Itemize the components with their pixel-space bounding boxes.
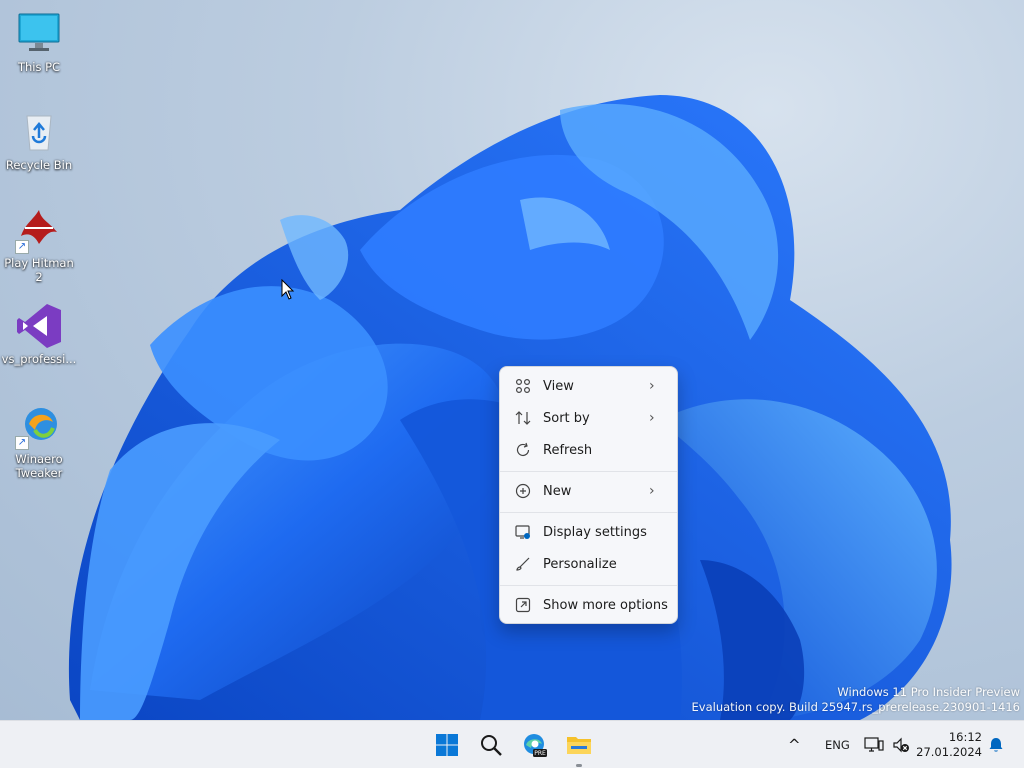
open-external-icon	[514, 596, 532, 614]
mouse-cursor-icon	[281, 279, 295, 300]
grid-icon	[514, 377, 532, 395]
menu-item-refresh[interactable]: Refresh	[504, 435, 673, 465]
desktop-icon-winaero-tweaker[interactable]: ↗ Winaero Tweaker	[0, 402, 78, 480]
windows-logo-icon	[436, 734, 458, 756]
search-button[interactable]	[473, 727, 509, 763]
chevron-up-icon: ^	[788, 736, 801, 754]
chevron-right-icon: ›	[649, 378, 655, 394]
volume-muted-icon	[893, 737, 909, 753]
shortcut-arrow-icon: ↗	[15, 436, 29, 450]
bell-icon	[989, 738, 1003, 752]
desktop-icon-play-hitman-2[interactable]: ↗ Play Hitman 2	[0, 206, 78, 284]
desktop-icon-label: Play Hitman 2	[4, 256, 74, 284]
desktop-icon-label: Winaero Tweaker	[15, 452, 63, 480]
watermark-line-2: Evaluation copy. Build 25947.rs_prerelea…	[691, 700, 1020, 714]
menu-item-label: Refresh	[543, 442, 593, 458]
chevron-right-icon: ›	[649, 410, 655, 426]
watermark-line-1: Windows 11 Pro Insider Preview	[837, 685, 1020, 699]
menu-item-new[interactable]: New ›	[504, 476, 673, 506]
edge-preview-icon: PRE	[524, 734, 547, 757]
menu-item-personalize[interactable]: Personalize	[504, 549, 673, 579]
menu-item-label: Show more options	[543, 597, 668, 613]
menu-item-display-settings[interactable]: Display settings	[504, 517, 673, 547]
clock-time: 16:12	[948, 730, 982, 744]
brush-icon	[514, 555, 532, 573]
folder-icon	[567, 737, 591, 754]
desktop[interactable]: This PC Recycle Bin ↗ Play Hitman 2 vs_p…	[0, 0, 1024, 720]
refresh-icon	[514, 441, 532, 459]
menu-item-label: Display settings	[543, 524, 647, 540]
file-explorer-button[interactable]	[561, 727, 597, 767]
menu-item-label: New	[543, 483, 572, 499]
recycle-bin-icon	[15, 108, 63, 156]
desktop-icon-label: Recycle Bin	[5, 158, 73, 172]
evaluation-watermark: Windows 11 Pro Insider Preview Evaluatio…	[692, 685, 1020, 715]
language-indicator[interactable]: ENG	[825, 721, 850, 769]
winaero-tweaker-icon: ↗	[15, 402, 63, 450]
menu-item-sort-by[interactable]: Sort by ›	[504, 403, 673, 433]
network-status[interactable]	[864, 721, 884, 769]
start-button[interactable]	[429, 727, 465, 763]
plus-circle-icon	[514, 482, 532, 500]
desktop-icon-this-pc[interactable]: This PC	[0, 10, 78, 74]
desktop-context-menu: View › Sort by › Refresh New › Display s…	[499, 366, 678, 624]
shortcut-arrow-icon: ↗	[15, 240, 29, 254]
chevron-right-icon: ›	[649, 483, 655, 499]
volume-status[interactable]	[892, 721, 910, 769]
search-icon	[481, 735, 502, 756]
menu-item-label: View	[543, 378, 574, 394]
edge-preview-button[interactable]: PRE	[517, 727, 553, 763]
network-icon	[864, 737, 884, 752]
system-clock[interactable]: 16:12 27.01.2024	[916, 730, 982, 760]
menu-separator	[500, 471, 677, 472]
notifications-button[interactable]	[987, 721, 1005, 769]
language-label: ENG	[825, 738, 850, 752]
show-hidden-icons-button[interactable]: ^	[788, 721, 801, 769]
menu-separator	[500, 512, 677, 513]
visual-studio-icon	[15, 302, 63, 350]
desktop-icon-vs-professional[interactable]: vs_professi...	[0, 302, 78, 366]
menu-item-label: Personalize	[543, 556, 617, 572]
desktop-icon-label: vs_professi...	[1, 352, 77, 366]
sort-icon	[514, 409, 532, 427]
clock-date: 27.01.2024	[916, 745, 982, 759]
display-settings-icon	[514, 523, 532, 541]
menu-item-label: Sort by	[543, 410, 590, 426]
desktop-icon-label: This PC	[17, 60, 61, 74]
desktop-icon-recycle-bin[interactable]: Recycle Bin	[0, 108, 78, 172]
menu-item-view[interactable]: View ›	[504, 371, 673, 401]
hitman-icon: ↗	[15, 206, 63, 254]
menu-item-show-more-options[interactable]: Show more options	[504, 590, 673, 620]
running-indicator	[576, 764, 582, 767]
edge-preview-badge: PRE	[534, 750, 546, 757]
taskbar: PRE ^ ENG 16:12 27.01.2024	[0, 720, 1024, 768]
monitor-icon	[15, 10, 63, 58]
menu-separator	[500, 585, 677, 586]
